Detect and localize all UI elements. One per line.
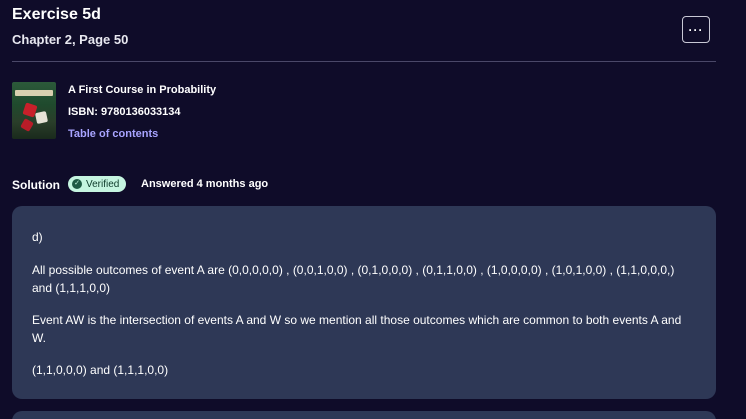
chapter-page-subtitle: Chapter 2, Page 50 xyxy=(12,32,129,47)
verified-badge: ✓ Verified xyxy=(68,176,127,192)
cover-die xyxy=(34,110,49,125)
verified-badge-label: Verified xyxy=(86,178,120,190)
cover-title-band xyxy=(15,90,53,96)
table-of-contents-link[interactable]: Table of contents xyxy=(68,128,158,140)
solution-paragraph: All possible outcomes of event A are (0,… xyxy=(32,263,675,295)
solution-paragraph: (1,1,0,0,0) and (1,1,1,0,0) xyxy=(32,363,169,377)
page-title: Exercise 5d xyxy=(12,6,101,23)
solution-paragraph: Event AW is the intersection of events A… xyxy=(32,313,682,345)
solution-paragraph: d) xyxy=(32,230,43,244)
book-cover-image[interactable] xyxy=(12,82,56,139)
solution-label: Solution xyxy=(12,178,60,192)
cover-die xyxy=(20,118,34,132)
divider xyxy=(12,61,716,62)
solution-card: d) All possible outcomes of event A are … xyxy=(12,206,716,399)
check-badge-icon: ✓ xyxy=(72,179,82,189)
page: Exercise 5d Chapter 2, Page 50 ··· A Fir… xyxy=(0,0,746,419)
answered-timestamp: Answered 4 months ago xyxy=(141,178,269,190)
book-title: A First Course in Probability xyxy=(68,84,217,96)
more-options-button[interactable]: ··· xyxy=(682,16,710,43)
book-isbn: ISBN: 9780136033134 xyxy=(68,106,181,118)
next-solution-card xyxy=(12,411,716,419)
